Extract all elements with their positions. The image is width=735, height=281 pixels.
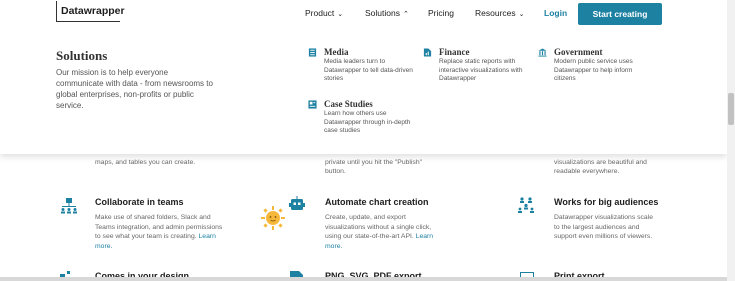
nav-pricing[interactable]: Pricing [428,8,454,18]
feature-description: Create, update, and export visualization… [325,213,437,251]
dropdown-title: Solutions [56,48,108,63]
newspaper-icon [308,48,317,57]
chevron-down-icon: ⌄ [518,11,525,18]
menu-item-description: Modern public service uses Datawrapper t… [554,58,633,82]
chevron-up-icon: ⌃ [402,11,409,18]
nav-resources[interactable]: Resources ⌄ [475,8,525,18]
feature-text-partial: readable everywhere. [554,168,620,175]
feature-title: Works for big audiences [554,197,659,207]
feature-description: Datawrapper visualizations scale to the … [554,214,653,240]
nav-product-label: Product [305,8,335,18]
vertical-scrollbar[interactable] [727,0,735,281]
menu-item-title: Media [324,47,349,57]
nav-solutions[interactable]: Solutions ⌃ [365,8,409,18]
nav-solutions-label: Solutions [365,8,400,18]
feature-text-partial: maps, and tables you can create. [95,159,196,166]
menu-item-description: Learn how others use Datawrapper through… [324,110,411,134]
audience-icon [518,197,534,213]
login-link[interactable]: Login [544,8,567,18]
team-icon [61,198,77,214]
top-navigation: Datawrapper Product ⌄ Solutions ⌃ Pricing … [0,0,735,30]
menu-item-title: Finance [439,47,470,57]
report-icon [423,48,432,57]
robot-sun-icon [261,196,305,230]
datawrapper-logo[interactable]: Datawrapper [56,1,125,22]
nav-resources-label: Resources [475,8,516,18]
feature-title: Automate chart creation [325,197,429,207]
menu-item-title: Case Studies [324,99,373,109]
feature-title: Collaborate in teams [95,197,184,207]
scrollbar-thumb[interactable] [728,93,734,125]
menu-item-title: Government [554,47,603,57]
case-study-icon [308,100,317,109]
feature-text-partial: button. [325,168,346,175]
dropdown-description: Our mission is to help everyone communic… [56,68,213,110]
horizontal-scrollbar[interactable] [0,277,727,281]
feature-description: Make use of shared folders, Slack and Te… [95,213,225,251]
chevron-down-icon: ⌄ [337,11,344,18]
start-creating-button[interactable]: Start creating [578,3,662,25]
menu-item-description: Replace static reports with interactive … [439,58,523,82]
government-icon [538,48,547,57]
nav-product[interactable]: Product ⌄ [305,8,343,18]
menu-item-description: Media leaders turn to Datawrapper to tel… [324,58,413,82]
